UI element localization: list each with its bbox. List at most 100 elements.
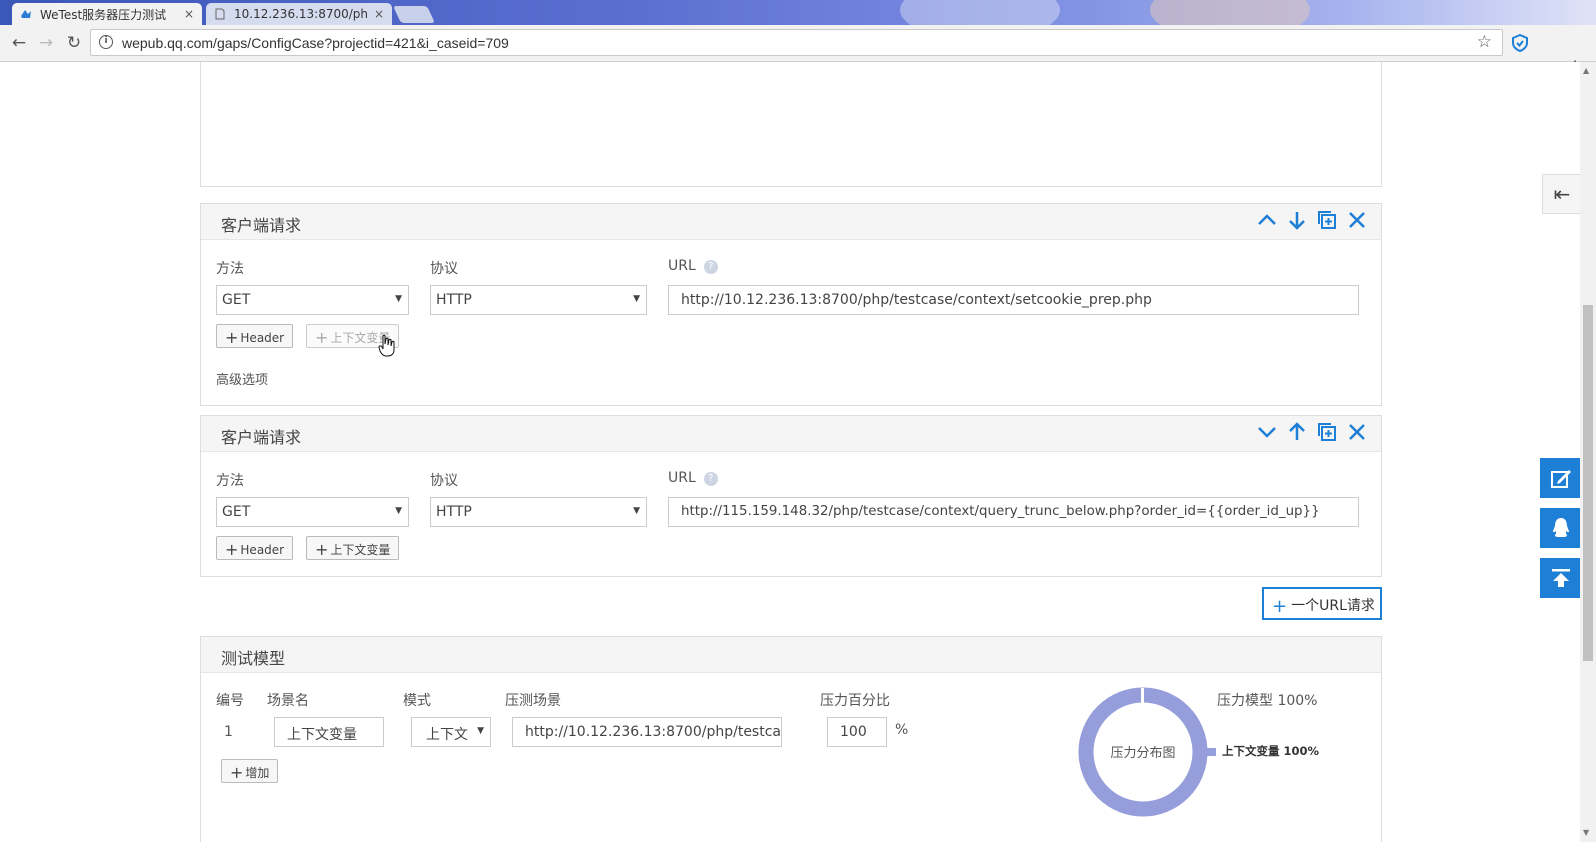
protocol-select[interactable]: HTTP ▼ — [430, 285, 647, 315]
col-header-id: 编号 — [216, 693, 244, 709]
back-arrow-icon[interactable]: ← — [8, 32, 30, 54]
method-value: GET — [222, 504, 251, 520]
protocol-label: 协议 — [430, 261, 458, 277]
scroll-down-icon[interactable]: ▼ — [1583, 828, 1589, 837]
protocol-label: 协议 — [430, 473, 458, 489]
forward-arrow-icon[interactable]: → — [35, 32, 57, 54]
move-up-arrow-icon[interactable] — [1287, 422, 1307, 444]
protocol-select[interactable]: HTTP ▼ — [430, 497, 647, 527]
move-up-icon[interactable] — [1257, 210, 1277, 232]
row-id: 1 — [224, 724, 233, 740]
copy-icon[interactable] — [1317, 422, 1337, 444]
url-label-text: URL — [668, 258, 696, 274]
copy-icon[interactable] — [1317, 210, 1337, 232]
url-input[interactable]: http://115.159.148.32/php/testcase/conte… — [668, 497, 1359, 527]
caret-down-icon: ▼ — [395, 506, 402, 516]
add-header-label: Header — [240, 543, 285, 557]
scene-url-input[interactable]: http://10.12.236.13:8700/php/testcase/co… — [512, 717, 782, 747]
legend-swatch — [1202, 748, 1216, 756]
extension-shield-icon[interactable] — [1512, 34, 1528, 52]
collapse-sidebar-icon[interactable]: ⇤ — [1542, 174, 1580, 214]
col-header-scene: 压测场景 — [505, 693, 561, 709]
browser-tab-strip: WeTest服务器压力测试 × 10.12.236.13:8700/php × — [0, 0, 1596, 25]
scrollbar-thumb[interactable] — [1583, 305, 1593, 661]
card-title: 客户端请求 — [221, 428, 302, 447]
mode-select[interactable]: 上下文 ▼ — [411, 717, 491, 747]
page-content: 客户端请求 方法 协议 URL? GET ▼ HTTP ▼ http://10.… — [0, 62, 1580, 842]
client-request-card-2: 客户端请求 方法 协议 URL? GET ▼ HTTP ▼ http://115… — [200, 415, 1382, 577]
caret-down-icon: ▼ — [395, 294, 402, 304]
add-header-label: Header — [240, 331, 285, 345]
percent-input[interactable]: 100 — [827, 717, 887, 747]
browser-toolbar: ← → ↻ i wepub.qq.com/gaps/ConfigCase?pro… — [0, 25, 1596, 82]
add-header-button[interactable]: + Header — [216, 536, 294, 560]
url-label: URL? — [668, 258, 718, 274]
previous-section-card — [200, 62, 1382, 187]
card-actions — [1257, 422, 1367, 444]
close-icon[interactable] — [1347, 422, 1367, 444]
edit-icon[interactable] — [1540, 458, 1580, 498]
qq-chat-icon[interactable] — [1540, 508, 1580, 548]
url-label-text: URL — [668, 470, 696, 486]
browser-tab-wetest[interactable]: WeTest服务器压力测试 × — [12, 3, 202, 25]
add-row-label: 增加 — [245, 766, 270, 780]
card-actions — [1257, 210, 1367, 232]
scene-name-input[interactable]: 上下文变量 — [274, 717, 384, 747]
mode-value: 上下文 — [426, 727, 468, 743]
col-header-scene-name: 场景名 — [267, 693, 309, 709]
method-select[interactable]: GET ▼ — [216, 285, 409, 315]
add-context-variable-label: 上下文变量 — [330, 543, 391, 557]
tab-close-icon[interactable]: × — [184, 7, 194, 21]
donut-gap — [1141, 688, 1144, 704]
percent-unit: % — [895, 722, 909, 738]
document-favicon-icon — [214, 8, 226, 20]
method-select[interactable]: GET ▼ — [216, 497, 409, 527]
page-scrollbar[interactable]: ▲ ▼ — [1580, 62, 1596, 842]
help-icon[interactable]: ? — [703, 260, 718, 274]
move-down-arrow-icon[interactable] — [1287, 210, 1307, 232]
method-label: 方法 — [216, 261, 244, 277]
col-header-mode: 模式 — [403, 693, 431, 709]
method-label: 方法 — [216, 473, 244, 489]
card-header: 测试模型 — [201, 637, 1381, 673]
tab-strip-decoration — [1150, 0, 1310, 25]
donut-center-label: 压力分布图 — [1110, 746, 1175, 761]
donut-legend-label: 上下文变量 100% — [1222, 744, 1320, 758]
wetest-favicon-icon — [20, 8, 32, 20]
back-to-top-icon[interactable] — [1540, 558, 1580, 598]
client-request-card-1: 客户端请求 方法 协议 URL? GET ▼ HTTP ▼ http://10.… — [200, 203, 1382, 406]
caret-down-icon: ▼ — [633, 294, 640, 304]
col-header-percent: 压力百分比 — [820, 693, 890, 709]
method-value: GET — [222, 292, 251, 308]
card-title: 客户端请求 — [221, 216, 302, 235]
plus-icon: + — [315, 540, 329, 559]
help-icon[interactable]: ? — [703, 472, 718, 486]
tab-close-icon[interactable]: × — [374, 7, 384, 21]
close-icon[interactable] — [1347, 210, 1367, 232]
add-url-request-label: 一个URL请求 — [1291, 598, 1375, 614]
protocol-value: HTTP — [436, 292, 472, 308]
plus-icon: + — [225, 328, 239, 347]
plus-icon: + — [315, 328, 329, 347]
bookmark-star-icon[interactable]: ☆ — [1477, 32, 1492, 52]
card-title: 测试模型 — [221, 649, 286, 668]
add-url-request-button[interactable]: + 一个URL请求 — [1262, 587, 1382, 620]
address-url[interactable]: wepub.qq.com/gaps/ConfigCase?projectid=4… — [122, 35, 509, 51]
url-input[interactable]: http://10.12.236.13:8700/php/testcase/co… — [668, 285, 1359, 315]
pressure-distribution-chart: 压力分布图 上下文变量 100% — [1078, 687, 1320, 817]
reload-icon[interactable]: ↻ — [63, 32, 85, 54]
site-info-icon[interactable]: i — [99, 35, 113, 49]
advanced-options-link[interactable]: 高级选项 — [216, 369, 268, 388]
address-bar[interactable]: i wepub.qq.com/gaps/ConfigCase?projectid… — [90, 29, 1503, 56]
hand-cursor-icon — [378, 334, 395, 357]
add-row-button[interactable]: + 增加 — [221, 759, 279, 783]
caret-down-icon: ▼ — [633, 506, 640, 516]
add-context-variable-button[interactable]: + 上下文变量 — [306, 536, 400, 560]
add-header-button[interactable]: + Header — [216, 324, 294, 348]
tab-title: 10.12.236.13:8700/php — [234, 7, 368, 21]
scroll-up-icon[interactable]: ▲ — [1583, 66, 1589, 75]
plus-icon: + — [230, 763, 244, 782]
move-down-icon[interactable] — [1257, 422, 1277, 444]
new-tab-button[interactable] — [393, 6, 435, 23]
browser-tab-php[interactable]: 10.12.236.13:8700/php × — [206, 3, 392, 25]
